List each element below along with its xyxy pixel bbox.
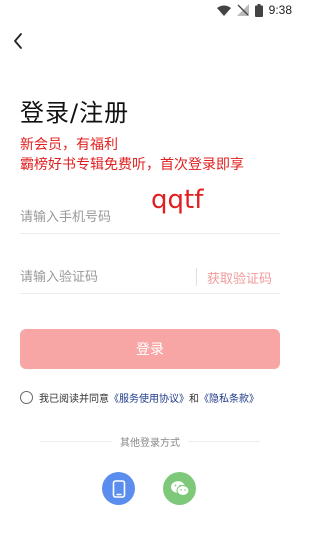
status-bar: 9:38 — [0, 0, 300, 22]
agreement-and: 和 — [189, 394, 199, 405]
service-agreement-link[interactable]: 《服务使用协议》 — [109, 390, 189, 405]
battery-icon — [254, 3, 263, 17]
agreement-row: 我已阅读并同意 《服务使用协议》 和 《隐私条款》 — [20, 390, 259, 405]
agreement-prefix: 我已阅读并同意 — [39, 394, 109, 405]
promo-text: 新会员，有福利 霸榜好书专辑免费听，首次登录即享 — [20, 135, 244, 175]
code-field: 获取验证码 — [20, 263, 280, 294]
privacy-policy-link[interactable]: 《隐私条款》 — [199, 390, 259, 405]
login-button[interactable]: 登录 — [20, 329, 280, 369]
phone-field — [20, 203, 280, 234]
code-input[interactable] — [20, 263, 190, 291]
no-signal-icon — [236, 4, 249, 16]
chevron-left-icon — [14, 33, 22, 49]
phone-icon — [112, 479, 125, 498]
wechat-login-button[interactable] — [163, 472, 196, 505]
page-title: 登录/注册 — [20, 99, 130, 127]
wechat-icon — [170, 481, 189, 496]
divider-line-left — [40, 441, 112, 442]
other-login-label: 其他登录方式 — [120, 438, 180, 449]
get-code-button[interactable]: 获取验证码 — [207, 268, 272, 287]
promo-line-2: 霸榜好书专辑免费听，首次登录即享 — [20, 157, 244, 173]
phone-input[interactable] — [20, 203, 190, 231]
back-button[interactable] — [8, 30, 30, 52]
wifi-icon — [216, 5, 231, 16]
phone-login-button[interactable] — [102, 472, 135, 505]
status-time: 9:38 — [268, 3, 292, 17]
agree-radio[interactable] — [20, 391, 33, 404]
other-login-divider: 其他登录方式 — [40, 434, 260, 449]
status-icons: 9:38 — [216, 3, 292, 17]
field-divider — [196, 268, 197, 286]
promo-line-1: 新会员，有福利 — [20, 137, 118, 153]
divider-line-right — [188, 441, 260, 442]
